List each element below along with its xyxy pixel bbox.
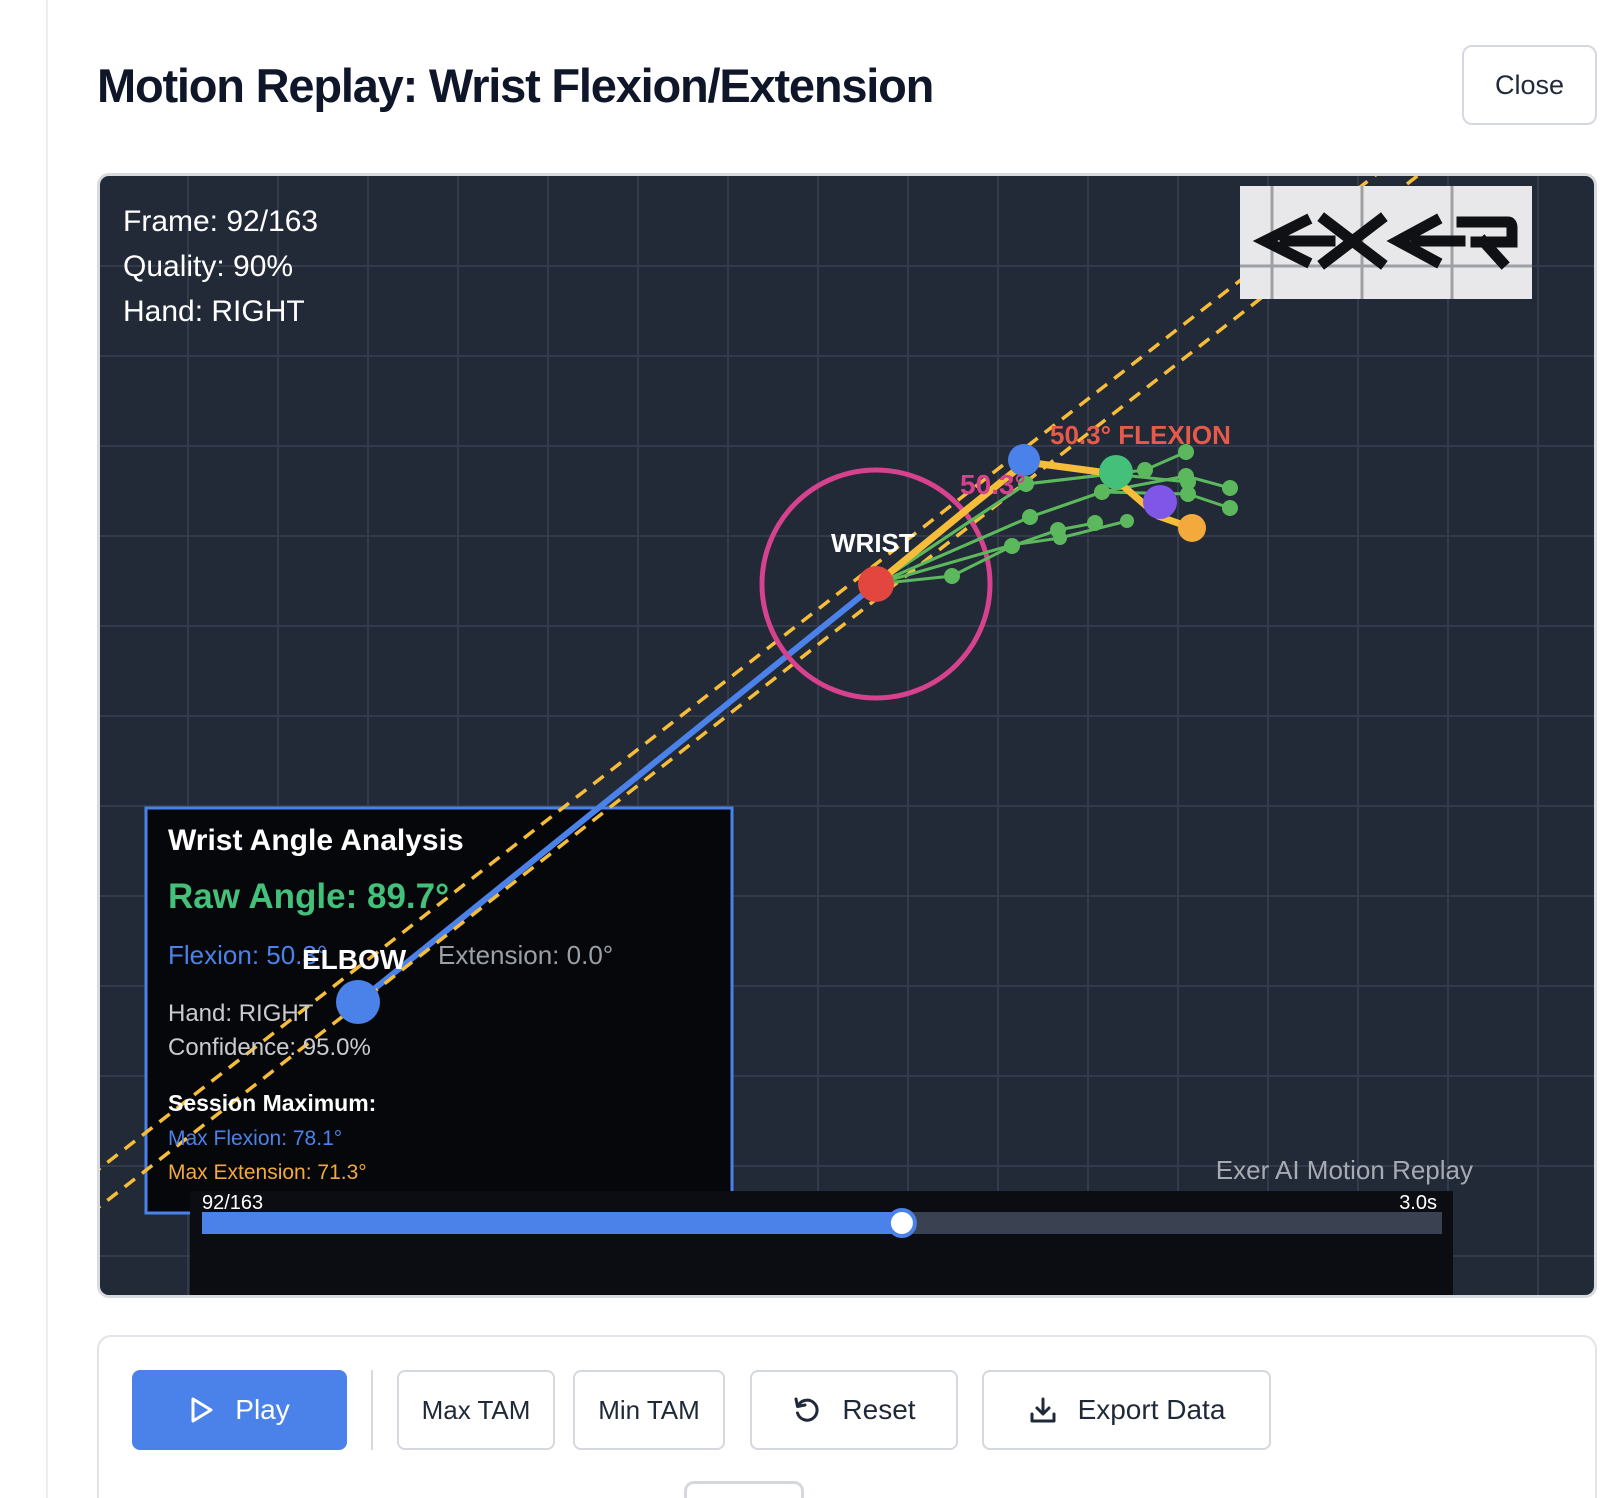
- middle-mcp-landmark: [1099, 455, 1133, 489]
- max-flexion: Max Flexion: 78.1°: [168, 1127, 342, 1150]
- analysis-hand: Hand: RIGHT: [168, 1000, 314, 1027]
- pinky-mcp-landmark: [1143, 485, 1177, 519]
- play-icon: [191, 1397, 213, 1423]
- export-data-button[interactable]: Export Data: [982, 1370, 1271, 1450]
- left-divider: [46, 0, 48, 1498]
- modal-header: Motion Replay: Wrist Flexion/Extension C…: [97, 40, 1597, 130]
- watermark-text: Exer AI Motion Replay: [1216, 1155, 1473, 1185]
- export-label: Export Data: [1077, 1394, 1226, 1425]
- wrist-landmark: [858, 566, 894, 602]
- session-max-title: Session Maximum:: [168, 1090, 376, 1116]
- max-tam-button[interactable]: Max TAM: [397, 1370, 555, 1450]
- elbow-landmark: [336, 980, 380, 1024]
- analysis-confidence: Confidence: 95.0%: [168, 1034, 371, 1061]
- timeline-progress: [202, 1212, 902, 1234]
- wrist-label: WRIST: [831, 528, 915, 558]
- elbow-label: ELBOW: [302, 944, 407, 975]
- play-label: Play: [235, 1394, 290, 1425]
- raw-angle: Raw Angle: 89.7°: [168, 877, 449, 916]
- frame-readout: Frame: 92/163: [123, 205, 318, 238]
- flexion-angle-label: 50.3° FLEXION: [1050, 420, 1231, 450]
- motion-replay-canvas[interactable]: EXER Frame: 92/163 Quality: 90% Hand: RI…: [97, 173, 1597, 1298]
- arc-angle-value: 50.3°: [960, 469, 1026, 500]
- play-button[interactable]: Play: [132, 1370, 347, 1450]
- page-title: Motion Replay: Wrist Flexion/Extension: [97, 59, 934, 112]
- max-extension: Max Extension: 71.3°: [168, 1161, 367, 1184]
- close-button[interactable]: Close: [1462, 45, 1597, 125]
- timeline-scrubber[interactable]: 92/163 3.0s: [190, 1191, 1453, 1298]
- fingertip-landmark: [1178, 514, 1206, 542]
- playback-controls: Play Max TAM Min TAM Reset Export Data: [97, 1335, 1597, 1498]
- quality-readout: Quality: 90%: [123, 250, 293, 283]
- exer-logo: EXER: [1240, 186, 1532, 299]
- download-icon: [1030, 1397, 1056, 1423]
- finger-bones: [875, 450, 1231, 586]
- reset-button[interactable]: Reset: [750, 1370, 958, 1450]
- control-divider: [371, 1370, 373, 1450]
- analysis-title: Wrist Angle Analysis: [168, 824, 464, 857]
- extension-value: Extension: 0.0°: [438, 940, 613, 970]
- logo-text: EXER: [1375, 276, 1397, 285]
- timeline-time-label: 3.0s: [1399, 1192, 1437, 1214]
- reset-icon: [794, 1397, 819, 1422]
- min-tam-button[interactable]: Min TAM: [573, 1370, 725, 1450]
- timeline-thumb[interactable]: [886, 1208, 917, 1238]
- replay-scene: EXER Frame: 92/163 Quality: 90% Hand: RI…: [100, 176, 1594, 1298]
- secondary-control-button[interactable]: [684, 1481, 804, 1498]
- timeline-frame-label: 92/163: [202, 1192, 263, 1214]
- hand-readout: Hand: RIGHT: [123, 295, 305, 328]
- reset-label: Reset: [842, 1394, 916, 1425]
